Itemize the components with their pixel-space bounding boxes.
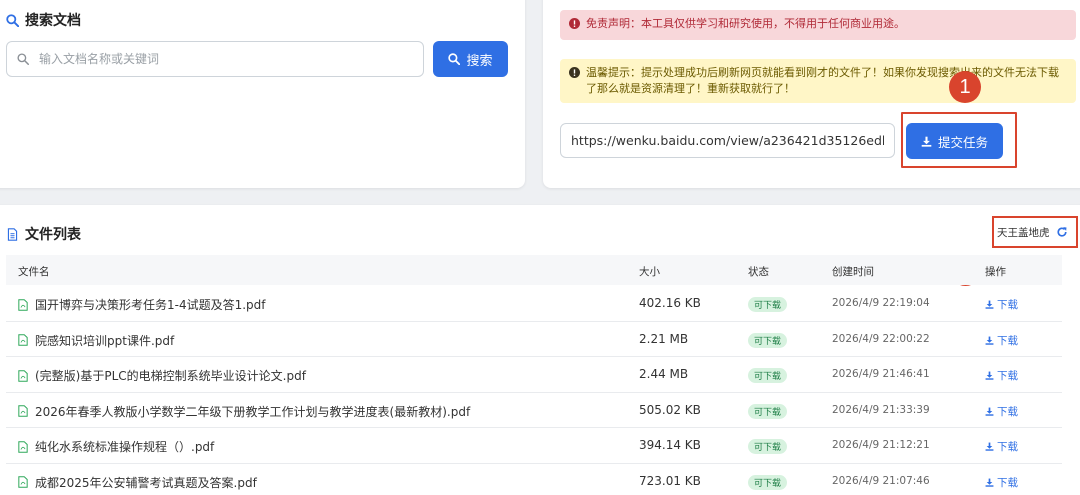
annotation-box-submit: [901, 112, 1017, 168]
user-refresh-area: 天王盖地虎: [992, 216, 1078, 248]
table-row: (完整版)基于PLC的电梯控制系统毕业设计论文.pdf 2.44 MB 可下载 …: [6, 357, 1062, 393]
created-time: 2026/4/9 21:07:46: [832, 474, 930, 487]
search-title-text: 搜索文档: [25, 13, 81, 29]
file-name[interactable]: 2026年春季人教版小学数学二年级下册教学工作计划与教学进度表(最新教材).pd…: [35, 403, 470, 420]
header-filename: 文件名: [18, 266, 50, 278]
file-name[interactable]: 院感知识培训ppt课件.pdf: [35, 332, 174, 349]
file-size: 2.44 MB: [639, 367, 689, 381]
download-label: 下载: [997, 441, 1018, 453]
username-label: 天王盖地虎: [997, 226, 1050, 239]
status-badge: 可下载: [748, 403, 788, 419]
file-name-cell: 国开博弈与决策形考任务1-4试题及答1.pdf: [18, 296, 266, 313]
tip-alert: 温馨提示：提示处理成功后刷新网页就能看到刚才的文件了！如果你发现搜索出来的文件无…: [560, 59, 1076, 103]
table-row: 院感知识培训ppt课件.pdf 2.21 MB 可下载 2026/4/9 22:…: [6, 322, 1062, 357]
download-link[interactable]: 下载: [985, 439, 1018, 454]
search-icon: [17, 53, 29, 65]
table-row: 成都2025年公安辅警考试真题及答案.pdf 723.01 KB 可下载 202…: [6, 464, 1062, 495]
pdf-file-icon: [18, 405, 28, 417]
download-icon: [985, 300, 994, 309]
pdf-file-icon: [18, 369, 28, 382]
file-list-title: 文件列表: [6, 224, 81, 244]
download-label: 下载: [997, 299, 1018, 311]
download-label: 下载: [997, 334, 1018, 347]
table-header: 文件名 大小 状态 创建时间 操作: [6, 255, 1062, 285]
disclaimer-text: 免责声明：本工具仅供学习和研究使用，不得用于任何商业用途。: [586, 17, 905, 30]
status-badge: 可下载: [748, 368, 788, 383]
file-name-cell: 院感知识培训ppt课件.pdf: [18, 332, 174, 349]
search-card: 搜索文档 搜索: [0, 0, 525, 188]
status-badge: 可下载: [748, 474, 788, 490]
file-name-cell: 2026年春季人教版小学数学二年级下册教学工作计划与教学进度表(最新教材).pd…: [18, 403, 470, 420]
file-name[interactable]: 成都2025年公安辅警考试真题及答案.pdf: [35, 474, 257, 491]
pdf-file-icon: [18, 334, 28, 346]
search-icon: [448, 53, 461, 65]
file-name[interactable]: 国开博弈与决策形考任务1-4试题及答1.pdf: [35, 296, 266, 313]
search-button-label: 搜索: [466, 53, 493, 69]
download-icon: [985, 371, 994, 380]
table-row: 国开博弈与决策形考任务1-4试题及答1.pdf 402.16 KB 可下载 20…: [6, 286, 1062, 322]
download-icon: [985, 407, 994, 416]
pdf-file-icon: [18, 298, 28, 311]
document-icon: [7, 227, 18, 241]
table-row: 纯化水系统标准操作规程（）.pdf 394.14 KB 可下载 2026/4/9…: [6, 428, 1062, 464]
file-size: 394.14 KB: [639, 438, 701, 452]
download-link[interactable]: 下载: [985, 368, 1018, 383]
download-icon: [985, 478, 994, 487]
file-list-title-text: 文件列表: [25, 227, 81, 243]
file-size: 402.16 KB: [639, 296, 701, 310]
download-link[interactable]: 下载: [985, 475, 1018, 490]
header-status: 状态: [748, 266, 769, 278]
created-time: 2026/4/9 21:33:39: [832, 403, 930, 416]
file-size: 2.21 MB: [639, 331, 689, 346]
created-time: 2026/4/9 22:00:22: [832, 332, 930, 345]
created-time: 2026/4/9 22:19:04: [832, 297, 930, 309]
search-input-wrapper[interactable]: [6, 41, 424, 77]
header-operation: 操作: [985, 266, 1006, 278]
download-label: 下载: [997, 370, 1018, 382]
download-icon: [985, 442, 994, 451]
pdf-file-icon: [18, 476, 28, 488]
download-link[interactable]: 下载: [985, 333, 1018, 348]
table-row: 2026年春季人教版小学数学二年级下册教学工作计划与教学进度表(最新教材).pd…: [6, 393, 1062, 428]
search-input[interactable]: [39, 52, 399, 66]
annotation-number-1: 1: [949, 71, 981, 103]
created-time: 2026/4/9 21:12:21: [832, 439, 930, 451]
file-name-cell: 成都2025年公安辅警考试真题及答案.pdf: [18, 474, 257, 491]
file-name[interactable]: (完整版)基于PLC的电梯控制系统毕业设计论文.pdf: [35, 367, 306, 384]
tip-text: 温馨提示：提示处理成功后刷新网页就能看到刚才的文件了！如果你发现搜索出来的文件无…: [586, 66, 1059, 95]
status-badge: 可下载: [748, 439, 788, 454]
created-time: 2026/4/9 21:46:41: [832, 368, 930, 380]
download-link[interactable]: 下载: [985, 404, 1018, 419]
header-created-time: 创建时间: [832, 266, 874, 278]
search-button[interactable]: 搜索: [433, 41, 508, 77]
download-icon: [985, 336, 994, 345]
url-input[interactable]: [560, 123, 895, 158]
disclaimer-alert: 免责声明：本工具仅供学习和研究使用，不得用于任何商业用途。: [560, 10, 1076, 40]
file-size: 505.02 KB: [639, 402, 701, 417]
pdf-file-icon: [18, 440, 28, 453]
exclamation-circle-icon: [569, 67, 580, 78]
refresh-icon[interactable]: [1056, 226, 1068, 238]
file-name-cell: 纯化水系统标准操作规程（）.pdf: [18, 438, 214, 455]
search-section-title: 搜索文档: [6, 10, 81, 30]
file-list-card: 文件列表 天王盖地虎 2 文件名 大小 状态 创建时间 操作 国开博弈与决策形考…: [0, 205, 1080, 495]
search-icon: [6, 13, 19, 27]
header-size: 大小: [639, 266, 660, 278]
download-link[interactable]: 下载: [985, 297, 1018, 312]
task-card: 免责声明：本工具仅供学习和研究使用，不得用于任何商业用途。 温馨提示：提示处理成…: [543, 0, 1080, 188]
file-size: 723.01 KB: [639, 473, 701, 488]
file-name[interactable]: 纯化水系统标准操作规程（）.pdf: [35, 438, 214, 455]
file-name-cell: (完整版)基于PLC的电梯控制系统毕业设计论文.pdf: [18, 367, 306, 384]
exclamation-circle-icon: [569, 18, 580, 29]
download-label: 下载: [997, 405, 1018, 418]
status-badge: 可下载: [748, 332, 788, 348]
download-label: 下载: [997, 476, 1018, 489]
status-badge: 可下载: [748, 297, 788, 312]
